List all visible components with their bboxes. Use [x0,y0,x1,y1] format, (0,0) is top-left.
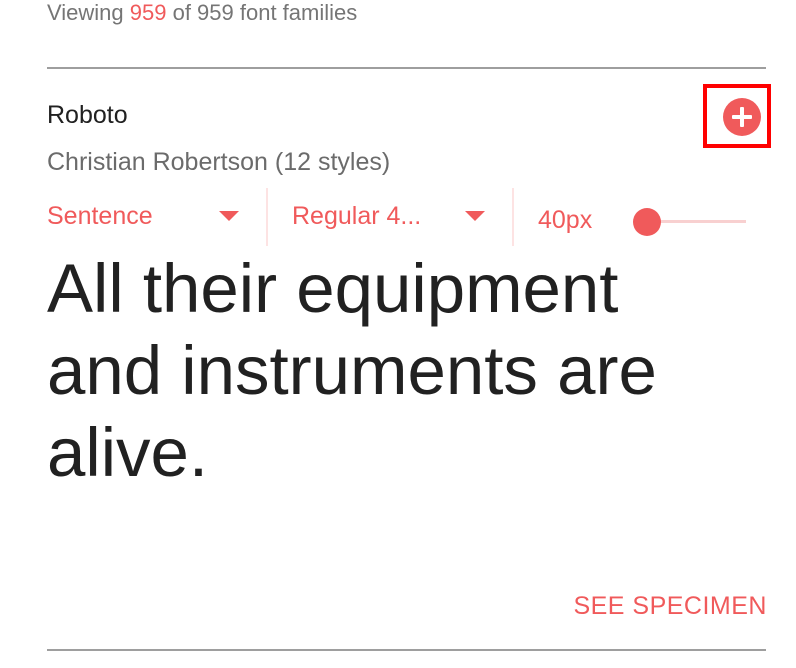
control-separator [512,188,514,246]
text-type-value: Sentence [47,202,153,230]
viewing-prefix: Viewing [47,0,130,25]
font-preview-text[interactable]: All their equipment and instruments are … [47,248,777,494]
bottom-divider [47,649,766,651]
font-size-value: 40px [538,206,593,234]
see-specimen-link[interactable]: SEE SPECIMEN [573,591,767,621]
preview-line: and instruments are [47,332,657,409]
viewing-suffix: of 959 font families [166,0,358,25]
control-separator [266,188,268,246]
viewing-count-text: Viewing 959 of 959 font families [47,0,357,26]
font-designer: Christian Robertson (12 styles) [47,148,391,176]
chevron-down-icon [465,211,485,221]
viewing-count-number: 959 [129,0,167,25]
chevron-down-icon [219,211,239,221]
style-value: Regular 4... [292,202,422,230]
font-family-name[interactable]: Roboto [47,100,128,130]
font-size-slider-thumb[interactable] [633,208,661,236]
preview-line: All their equipment [47,250,619,327]
add-font-button[interactable] [723,98,761,136]
font-size-slider-track[interactable] [648,220,746,223]
preview-line: alive. [47,414,209,491]
top-divider [47,67,766,69]
